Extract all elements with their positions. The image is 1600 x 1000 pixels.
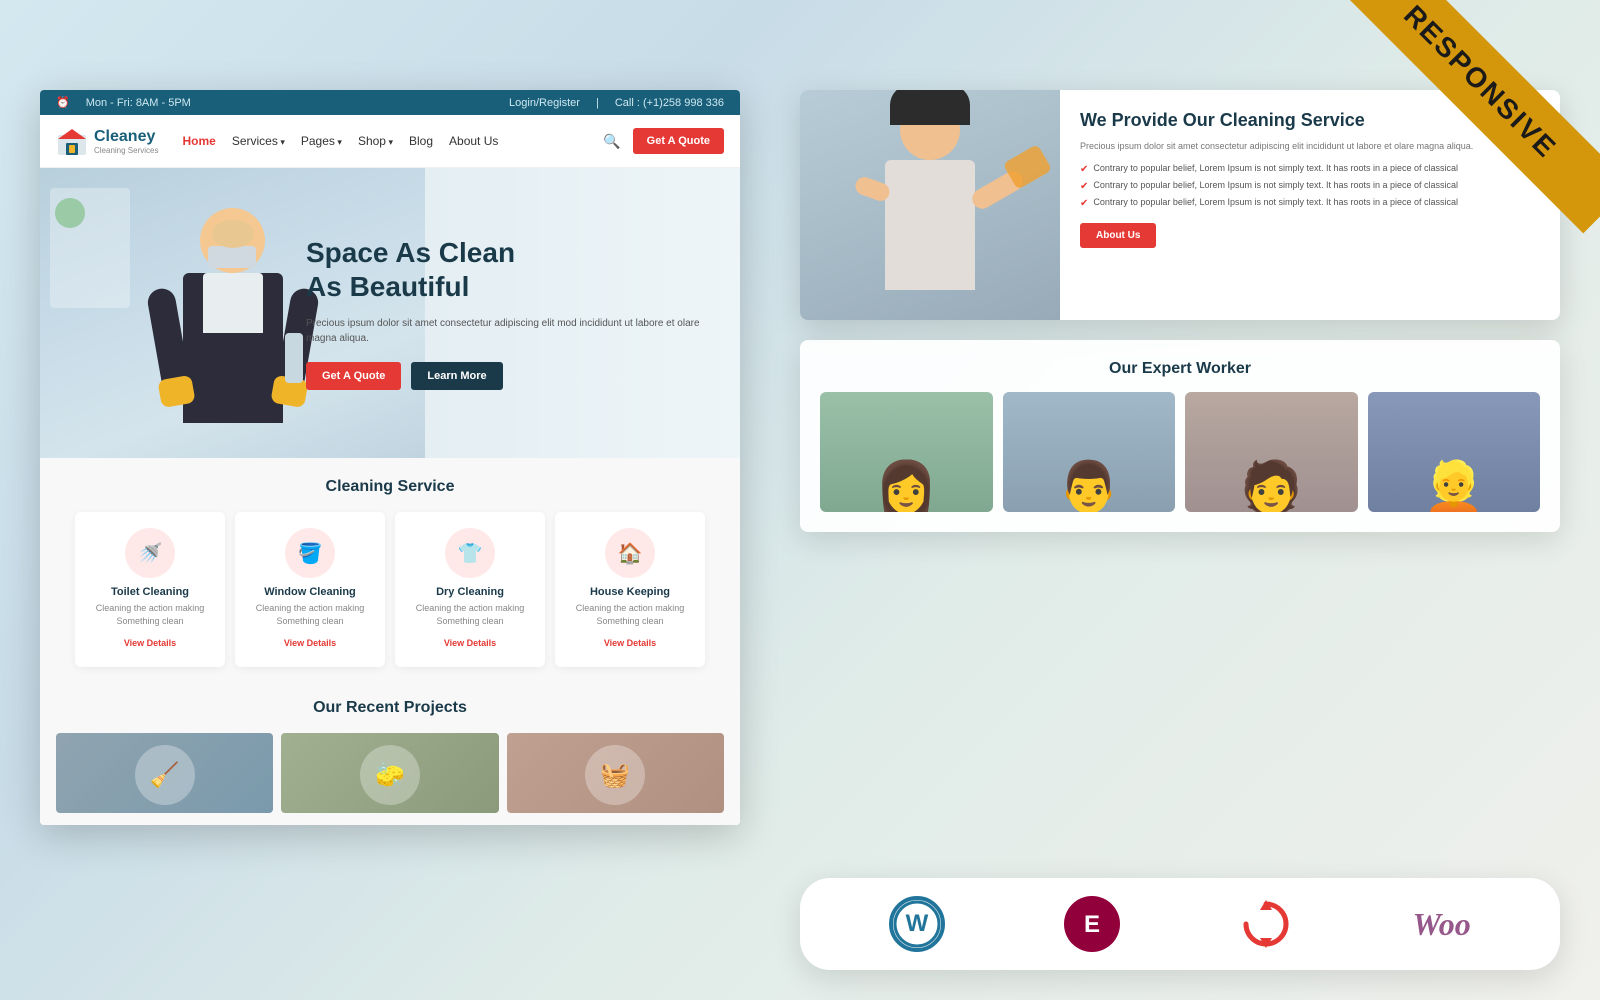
- wp-svg: W: [893, 900, 941, 948]
- services-grid: 🚿 Toilet Cleaning Cleaning the action ma…: [56, 512, 724, 667]
- topbar-right: Login/Register | Call : (+1)258 998 336: [509, 97, 724, 109]
- responsive-banner: RESPONSIVE: [1280, 0, 1600, 320]
- nav-logo-sub: Cleaning Services: [94, 146, 158, 155]
- service-dry-name: Dry Cleaning: [407, 586, 533, 598]
- hero-learn-more-button[interactable]: Learn More: [411, 362, 502, 390]
- topbar-call: Call : (+1)258 998 336: [615, 97, 724, 109]
- projects-section: Our Recent Projects 🧹 🧽 🧺: [40, 683, 740, 825]
- workers-panel: Our Expert Worker 👩 👨 🧑: [800, 340, 1560, 532]
- workers-title: Our Expert Worker: [820, 360, 1540, 378]
- topbar-hours: Mon - Fri: 8AM - 5PM: [86, 97, 191, 109]
- wordpress-icon: W: [889, 896, 945, 952]
- svg-text:E: E: [1084, 911, 1100, 938]
- projects-grid: 🧹 🧽 🧺: [56, 733, 724, 813]
- project-thumb-3: 🧺: [507, 733, 724, 813]
- check-icon-1: ✔: [1080, 164, 1088, 175]
- logo-icon: [56, 125, 88, 157]
- service-card-toilet: 🚿 Toilet Cleaning Cleaning the action ma…: [75, 512, 225, 667]
- revolution-icon: [1238, 896, 1294, 952]
- project-thumb-1: 🧹: [56, 733, 273, 813]
- hero-content: Space As Clean As Beautiful Precious ips…: [306, 236, 740, 389]
- projects-title: Our Recent Projects: [56, 699, 724, 717]
- dry-cleaning-icon: 👕: [445, 528, 495, 578]
- worker-card-2: 👨: [1003, 392, 1176, 512]
- service-toilet-name: Toilet Cleaning: [87, 586, 213, 598]
- hero-title: Space As Clean As Beautiful: [306, 236, 720, 303]
- service-toilet-desc: Cleaning the action making Something cle…: [87, 602, 213, 627]
- rev-svg: [1238, 896, 1294, 952]
- worker-card-1: 👩: [820, 392, 993, 512]
- topbar: ⏰ Mon - Fri: 8AM - 5PM Login/Register | …: [40, 90, 740, 115]
- nav-about[interactable]: About Us: [449, 134, 498, 148]
- service-card-window: 🪣 Window Cleaning Cleaning the action ma…: [235, 512, 385, 667]
- services-title: Cleaning Service: [56, 478, 724, 496]
- topbar-separator: |: [596, 97, 599, 109]
- left-section: ⏰ Mon - Fri: 8AM - 5PM Login/Register | …: [0, 0, 760, 1000]
- service-dry-desc: Cleaning the action making Something cle…: [407, 602, 533, 627]
- check-icon-2: ✔: [1080, 181, 1088, 192]
- hero-buttons: Get A Quote Learn More: [306, 362, 720, 390]
- worker-card-3: 🧑: [1185, 392, 1358, 512]
- nav-logo-title: Cleaney: [94, 128, 158, 146]
- clock-icon: ⏰: [56, 96, 70, 109]
- worker-card-4: 👱: [1368, 392, 1541, 512]
- responsive-banner-inner: RESPONSIVE: [1329, 0, 1600, 233]
- service-window-desc: Cleaning the action making Something cle…: [247, 602, 373, 627]
- nav-services[interactable]: Services: [232, 134, 285, 148]
- nav-links: Home Services Pages Shop Blog About Us: [182, 134, 603, 148]
- services-section: Cleaning Service 🚿 Toilet Cleaning Clean…: [40, 458, 740, 683]
- toilet-icon: 🚿: [125, 528, 175, 578]
- nav-logo-text: Cleaney Cleaning Services: [94, 128, 158, 155]
- house-icon: 🏠: [605, 528, 655, 578]
- service-card-dry: 👕 Dry Cleaning Cleaning the action makin…: [395, 512, 545, 667]
- service-toilet-link[interactable]: View Details: [124, 638, 176, 648]
- nav-shop[interactable]: Shop: [358, 134, 393, 148]
- service-window-name: Window Cleaning: [247, 586, 373, 598]
- workers-grid: 👩 👨 🧑 👱: [820, 392, 1540, 512]
- about-us-button[interactable]: About Us: [1080, 223, 1156, 248]
- service-window-link[interactable]: View Details: [284, 638, 336, 648]
- service-card-house: 🏠 House Keeping Cleaning the action maki…: [555, 512, 705, 667]
- woocommerce-icon: Woo: [1413, 906, 1471, 943]
- responsive-label: RESPONSIVE: [1398, 0, 1563, 164]
- check-icon-3: ✔: [1080, 198, 1088, 209]
- service-house-name: House Keeping: [567, 586, 693, 598]
- navigation: Cleaney Cleaning Services Home Services …: [40, 115, 740, 168]
- nav-blog[interactable]: Blog: [409, 134, 433, 148]
- website-mockup: ⏰ Mon - Fri: 8AM - 5PM Login/Register | …: [40, 90, 740, 825]
- woocommerce-logo: Woo: [1413, 906, 1471, 943]
- nav-logo: Cleaney Cleaning Services: [56, 125, 158, 157]
- search-icon[interactable]: 🔍: [603, 133, 620, 150]
- project-thumb-2: 🧽: [281, 733, 498, 813]
- hero-get-quote-button[interactable]: Get A Quote: [306, 362, 401, 390]
- about-image: [800, 90, 1060, 320]
- nav-pages[interactable]: Pages: [301, 134, 342, 148]
- elementor-logo: E: [1064, 896, 1120, 952]
- hero-section: Space As Clean As Beautiful Precious ips…: [40, 168, 740, 458]
- service-house-link[interactable]: View Details: [604, 638, 656, 648]
- nav-home[interactable]: Home: [182, 134, 215, 148]
- elementor-icon: E: [1064, 896, 1120, 952]
- nav-cta-button[interactable]: Get A Quote: [633, 128, 724, 154]
- topbar-left: ⏰ Mon - Fri: 8AM - 5PM: [56, 96, 191, 109]
- hero-description: Precious ipsum dolor sit amet consectetu…: [306, 316, 720, 346]
- window-icon: 🪣: [285, 528, 335, 578]
- el-svg: E: [1068, 900, 1116, 948]
- topbar-login[interactable]: Login/Register: [509, 97, 580, 109]
- tech-panel: W E: [800, 878, 1560, 970]
- wordpress-logo: W: [889, 896, 945, 952]
- service-house-desc: Cleaning the action making Something cle…: [567, 602, 693, 627]
- service-dry-link[interactable]: View Details: [444, 638, 496, 648]
- revolution-logo: [1238, 896, 1294, 952]
- svg-text:W: W: [906, 910, 929, 937]
